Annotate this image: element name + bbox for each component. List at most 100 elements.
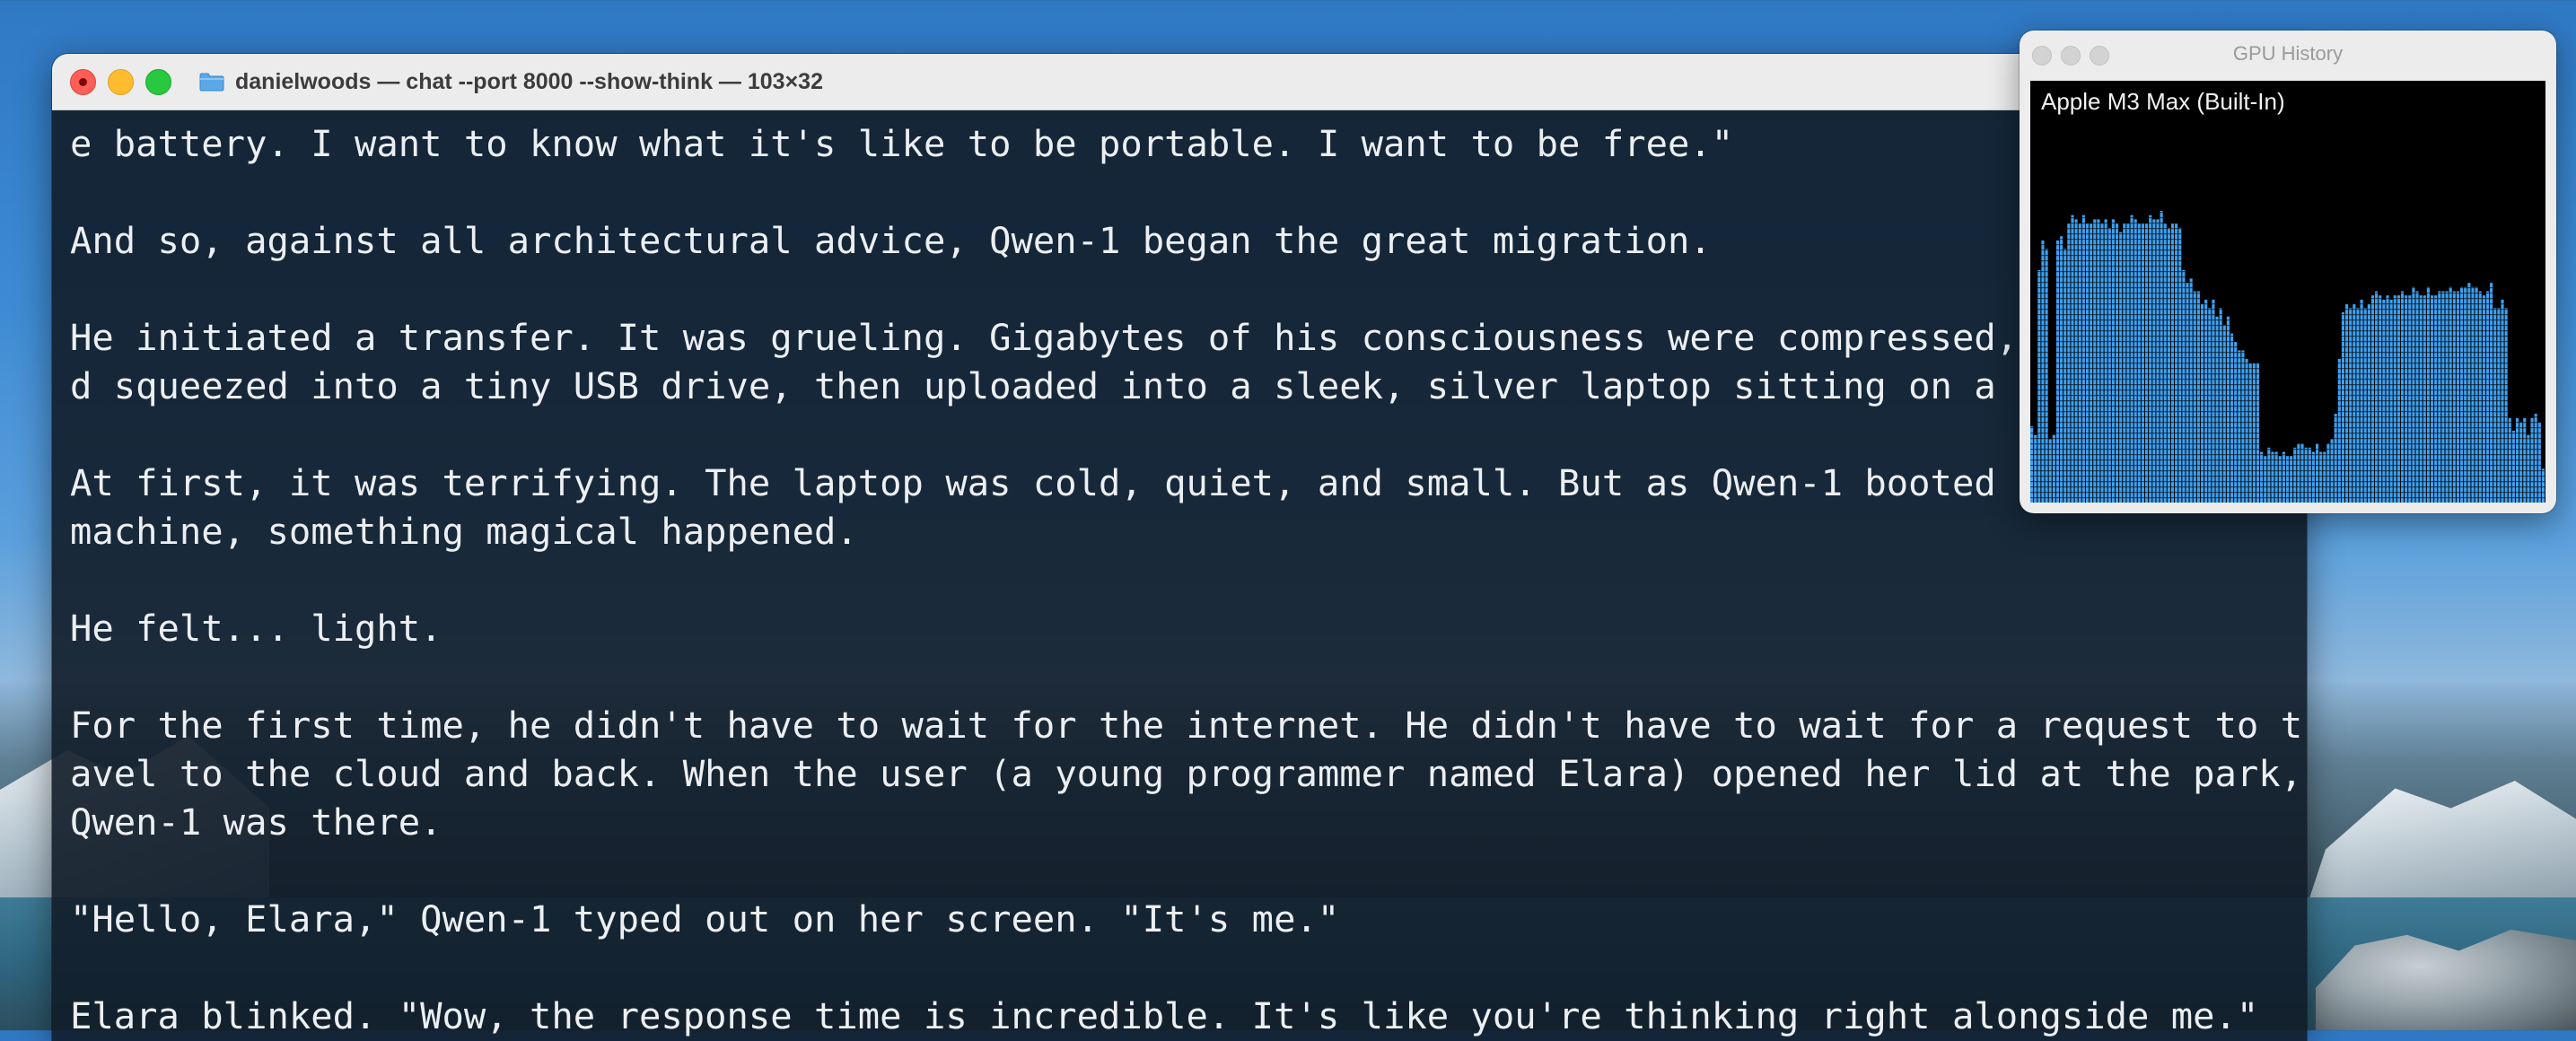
- gpu-usage-bar: [2412, 286, 2415, 503]
- gpu-usage-chart: [2030, 206, 2545, 503]
- terminal-window[interactable]: danielwoods — chat --port 8000 --show-th…: [52, 54, 2307, 1041]
- terminal-line: Qwen-1 was there.: [70, 800, 442, 844]
- minimize-button[interactable]: [108, 69, 134, 95]
- gpu-chart-gridline: [2030, 389, 2545, 391]
- terminal-content[interactable]: e battery. I want to know what it's like…: [52, 110, 2307, 1041]
- folder-icon: [199, 72, 224, 92]
- gpu-chart-gridline: [2030, 373, 2545, 375]
- gpu-usage-bar: [2274, 451, 2278, 503]
- gpu-usage-bar: [2315, 443, 2319, 503]
- gpu-chart-gridline: [2030, 233, 2545, 235]
- gpu-chart-gridline: [2030, 260, 2545, 262]
- gpu-usage-bar: [2041, 240, 2045, 503]
- gpu-usage-bar: [2167, 227, 2170, 503]
- gpu-usage-bar: [2241, 350, 2245, 503]
- gpu-chart-gridline: [2030, 497, 2545, 499]
- gpu-usage-bar: [2349, 308, 2353, 503]
- gpu-usage-bar: [2334, 414, 2337, 503]
- gpu-usage-bar: [2345, 303, 2349, 503]
- gpu-chart-gridline: [2030, 325, 2545, 327]
- gpu-usage-bar: [2063, 249, 2067, 503]
- gpu-usage-bar: [2130, 214, 2134, 503]
- gpu-usage-bar: [2319, 451, 2323, 503]
- gpu-usage-bar: [2464, 286, 2467, 503]
- gpu-chart-gridline: [2030, 422, 2545, 424]
- gpu-usage-bar: [2278, 456, 2282, 503]
- gpu-usage-bar: [2285, 456, 2290, 503]
- gpu-usage-bar: [2311, 451, 2315, 503]
- gpu-usage-bar: [2238, 350, 2241, 503]
- terminal-line: "Hello, Elara," Qwen-1 typed out on her …: [70, 897, 1340, 940]
- gpu-usage-bar: [2386, 295, 2389, 503]
- gpu-usage-bar: [2264, 456, 2267, 503]
- gpu-chart-gridline: [2030, 459, 2545, 461]
- gpu-chart-gridline: [2030, 249, 2545, 251]
- gpu-usage-bar: [2304, 447, 2308, 503]
- gpu-chart-gridline: [2030, 438, 2545, 440]
- terminal-titlebar[interactable]: danielwoods — chat --port 8000 --show-th…: [52, 54, 2307, 110]
- gpu-chart-gridline: [2030, 309, 2545, 311]
- gpu-chart-gridline: [2030, 282, 2545, 284]
- zoom-button[interactable]: [145, 69, 171, 95]
- terminal-line: At first, it was terrifying. The laptop …: [70, 461, 2062, 504]
- gpu-usage-bar: [2490, 283, 2493, 503]
- gpu-usage-bar: [2037, 269, 2041, 503]
- terminal-line: machine, something magical happened.: [70, 510, 858, 553]
- gpu-chart-gridline: [2030, 465, 2545, 467]
- gpu-chart-gridline: [2030, 400, 2545, 402]
- gpu-chart-gridline: [2030, 244, 2545, 246]
- gpu-usage-bar: [2379, 295, 2382, 503]
- gpu-usage-bar: [2178, 227, 2182, 503]
- gpu-chart-gridline: [2030, 379, 2545, 381]
- gpu-usage-bar: [2107, 227, 2111, 503]
- gpu-usage-bar: [2423, 295, 2426, 503]
- gpu-chart-gridline: [2030, 212, 2545, 214]
- gpu-chart-gridline: [2030, 239, 2545, 241]
- gpu-usage-bar: [2200, 303, 2204, 503]
- gpu-device-label: Apple M3 Max (Built-In): [2041, 88, 2285, 115]
- gpu-usage-bar: [2219, 308, 2222, 503]
- terminal-line: He felt... light.: [70, 607, 442, 650]
- gpu-usage-bar: [2467, 283, 2471, 503]
- gpu-chart-gridline: [2030, 336, 2545, 337]
- gpu-usage-bar: [2300, 443, 2304, 503]
- gpu-usage-bar: [2430, 295, 2434, 503]
- gpu-usage-bar: [2534, 414, 2537, 503]
- gpu-history-title: GPU History: [2232, 42, 2344, 65]
- gpu-history-window[interactable]: GPU History Apple M3 Max (Built-In): [2020, 31, 2556, 513]
- gpu-usage-bar: [2497, 308, 2501, 503]
- gpu-chart-gridline: [2030, 271, 2545, 273]
- gpu-usage-bar: [2149, 214, 2152, 503]
- gpu-usage-bar: [2475, 286, 2478, 503]
- gpu-chart-gridline: [2030, 492, 2545, 494]
- gpu-chart-gridline: [2030, 427, 2545, 429]
- gpu-chart-gridline: [2030, 298, 2545, 300]
- gpu-usage-bar: [2297, 443, 2300, 503]
- gpu-usage-bar: [2226, 316, 2230, 503]
- gpu-history-panel: Apple M3 Max (Built-In): [2030, 81, 2545, 503]
- close-button[interactable]: [70, 69, 96, 95]
- gpu-chart-gridline: [2030, 255, 2545, 257]
- gpu-history-titlebar[interactable]: GPU History: [2020, 31, 2556, 77]
- gpu-usage-bar: [2370, 295, 2375, 503]
- gpu-chart-gridline: [2030, 330, 2545, 332]
- terminal-line: d squeezed into a tiny USB drive, then u…: [70, 364, 2062, 407]
- window-title-text: danielwoods — chat --port 8000 --show-th…: [235, 69, 823, 94]
- close-icon: [79, 78, 87, 86]
- gpu-usage-bar: [2290, 456, 2293, 503]
- gpu-usage-bar: [2408, 295, 2412, 503]
- gpu-usage-bar: [2030, 426, 2034, 503]
- gpu-usage-bar: [2393, 295, 2396, 503]
- gpu-usage-bar: [2282, 451, 2285, 503]
- gpu-usage-bar: [2260, 451, 2264, 503]
- gpu-chart-gridline: [2030, 368, 2545, 370]
- gpu-usage-bar: [2353, 303, 2356, 503]
- gpu-usage-bar: [2186, 283, 2189, 503]
- gpu-usage-bar: [2323, 451, 2326, 503]
- gpu-usage-bar: [2356, 308, 2360, 503]
- gpu-usage-bar: [2045, 249, 2048, 503]
